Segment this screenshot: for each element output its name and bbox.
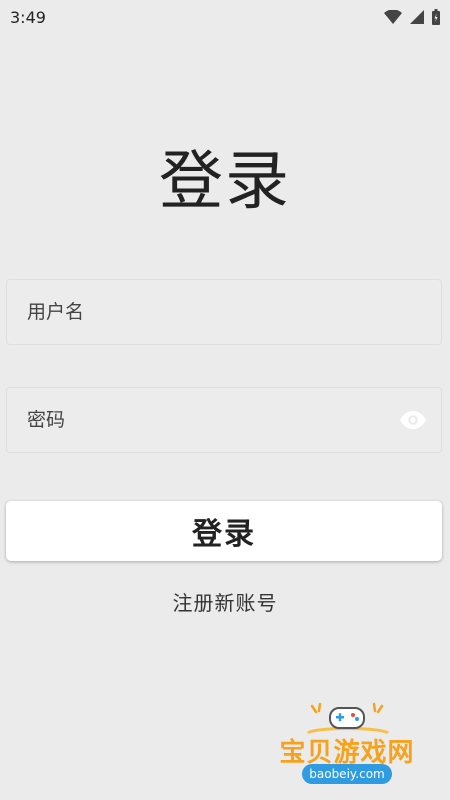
status-bar: 3:49: [0, 0, 450, 34]
login-button[interactable]: 登录: [6, 501, 442, 561]
page-title: 登录: [159, 145, 291, 219]
watermark: 宝贝游戏网 baobeiy.com: [272, 700, 422, 795]
wifi-icon: [384, 10, 402, 24]
status-time: 3:49: [10, 7, 46, 27]
signal-icon: [410, 10, 424, 24]
password-input[interactable]: [7, 388, 441, 452]
watermark-url: baobeiy.com: [302, 764, 392, 784]
eye-icon[interactable]: [399, 408, 427, 432]
status-icons: [384, 9, 440, 25]
password-field[interactable]: [6, 387, 442, 453]
battery-icon: [432, 9, 440, 25]
username-field[interactable]: [6, 279, 442, 345]
username-input[interactable]: [7, 280, 441, 344]
gamepad-icon: [306, 702, 389, 734]
register-link[interactable]: 注册新账号: [0, 587, 450, 616]
